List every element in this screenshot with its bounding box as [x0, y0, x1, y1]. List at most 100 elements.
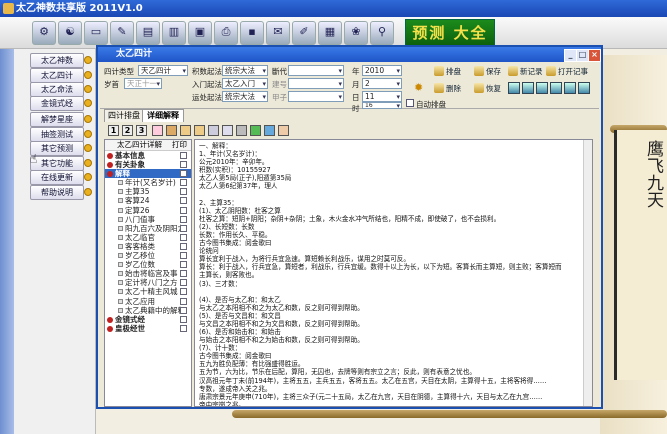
jianhao-select[interactable] [288, 78, 344, 89]
tree-item[interactable]: 解释 [105, 169, 191, 179]
tree-item[interactable]: 年计(又名岁计) [105, 178, 191, 187]
text-scrollbar[interactable] [583, 140, 592, 406]
edit-icon[interactable]: ✐ [292, 21, 316, 45]
year-input[interactable]: 2010 [362, 65, 402, 76]
yunchu-select[interactable]: 统宗大法 [222, 91, 268, 102]
sidebar-item-other-predict[interactable]: 其它预测 [30, 141, 92, 156]
print-checkbox[interactable] [180, 288, 187, 296]
sidebar-item-taiyi-siji[interactable]: 太乙四计 [30, 68, 92, 83]
month-input[interactable]: 2 [362, 78, 402, 89]
save-icon[interactable]: ▪ [240, 21, 264, 45]
sidebar-item-help[interactable]: 帮助说明 [30, 185, 92, 200]
web-icon[interactable] [264, 125, 275, 136]
tab-paipan[interactable]: 四计排盘 [104, 109, 144, 122]
brand-logo[interactable]: 预测 大全 [405, 19, 495, 48]
tree-item[interactable]: 始击将临宫及事 [105, 269, 191, 278]
chat-icon[interactable]: ✎ [110, 21, 134, 45]
delete-button[interactable]: 删除 [434, 83, 461, 94]
print-checkbox[interactable] [180, 315, 187, 323]
tree-item[interactable]: 太乙十精主风城 [105, 287, 191, 296]
tree-item[interactable]: 定算26 [105, 206, 191, 215]
open-notes-button[interactable]: 打开记事 [546, 66, 588, 77]
tree-item[interactable]: 八门值事 [105, 215, 191, 224]
view-2-button[interactable]: 2 [122, 125, 133, 136]
globe-icon[interactable] [250, 125, 261, 136]
image-icon[interactable]: ▣ [188, 21, 212, 45]
colorful-icon[interactable]: ❀ [344, 21, 368, 45]
gear-icon[interactable]: ✹ [414, 81, 423, 94]
jiazi-select[interactable] [288, 91, 344, 102]
sidebar-item-taiyi-shenshu[interactable]: 太乙神数 [30, 53, 92, 68]
duandai-select[interactable] [288, 65, 344, 76]
calendar-icon[interactable]: ▦ [318, 21, 342, 45]
print-checkbox[interactable] [180, 242, 187, 250]
tree-item[interactable]: 有关卦象 [105, 160, 191, 169]
book-icon[interactable]: ▥ [162, 21, 186, 45]
print-checkbox[interactable] [180, 270, 187, 278]
yin-yang-icon[interactable]: ☯ [58, 21, 82, 45]
grid-icon[interactable] [508, 82, 520, 94]
note-icon[interactable]: ✉ [266, 21, 290, 45]
document-icon[interactable]: ▤ [136, 21, 160, 45]
open-folder-icon[interactable] [194, 125, 205, 136]
red-icon[interactable] [152, 125, 163, 136]
close-button[interactable]: × [588, 49, 601, 62]
sidebar-item-jinjing[interactable]: 金镜式经 [30, 96, 92, 111]
print-checkbox[interactable] [180, 233, 187, 241]
print-checkbox[interactable] [180, 206, 187, 214]
book-icon[interactable] [166, 125, 177, 136]
print-checkbox[interactable] [180, 188, 187, 196]
restore-button[interactable]: 恢复 [474, 83, 501, 94]
tree-item[interactable]: 阳九百六及阴阳九 [105, 224, 191, 233]
grid-icon[interactable] [550, 82, 562, 94]
flag-icon[interactable] [278, 125, 289, 136]
tree-item[interactable]: 客客格类 [105, 242, 191, 251]
view-1-button[interactable]: 1 [108, 125, 119, 136]
suishou-select[interactable]: 天正十一 [124, 78, 162, 89]
monitor-icon[interactable]: ▭ [84, 21, 108, 45]
hour-input[interactable]: 16 [362, 102, 402, 109]
tree-item[interactable]: 太乙典籍中的解释 [105, 306, 191, 315]
print-checkbox[interactable] [180, 224, 187, 232]
printer-icon[interactable] [236, 125, 247, 136]
sidebar-item-lottery[interactable]: 抽签测试 [30, 127, 92, 142]
copy-icon[interactable] [222, 125, 233, 136]
grid-icon[interactable] [578, 82, 590, 94]
tree-item[interactable]: 基本信息 [105, 151, 191, 160]
print-checkbox[interactable] [180, 197, 187, 205]
settings-icon[interactable]: ⚙ [32, 21, 56, 45]
search-icon[interactable]: ⚲ [370, 21, 394, 45]
tree-item[interactable]: 岁乙移位 [105, 251, 191, 260]
tab-detail[interactable]: 详细解释 [142, 109, 184, 122]
print-checkbox[interactable] [180, 297, 187, 305]
print-checkbox[interactable] [180, 152, 187, 159]
print-checkbox[interactable] [180, 252, 187, 260]
tree-item[interactable]: 金镜式经 [105, 315, 191, 324]
paipan-button[interactable]: 排盘 [434, 66, 461, 77]
save-button[interactable]: 保存 [474, 66, 501, 77]
sidebar-item-dream[interactable]: 解梦星座 [30, 112, 92, 127]
print-checkbox[interactable] [180, 279, 187, 287]
new-record-button[interactable]: 新记录 [508, 66, 543, 77]
tree-item[interactable]: 皇极经世 [105, 324, 191, 333]
print-checkbox[interactable] [180, 324, 187, 332]
print-checkbox[interactable] [180, 306, 187, 314]
auto-checkbox[interactable] [406, 99, 414, 107]
rumen-select[interactable]: 太乙入门 [222, 78, 268, 89]
sidebar-item-update[interactable]: 在线更新 [30, 170, 92, 185]
grid-icon[interactable] [536, 82, 548, 94]
view-3-button[interactable]: 3 [136, 125, 147, 136]
print-checkbox[interactable] [180, 161, 187, 169]
print-icon[interactable]: ⎙ [214, 21, 238, 45]
print-checkbox[interactable] [180, 261, 187, 269]
jishu-select[interactable]: 统宗大法 [222, 65, 268, 76]
dialog-title-bar[interactable]: 太乙四计 _ □ × [98, 47, 601, 62]
type-select[interactable]: 天乙四计 [138, 65, 188, 76]
tree-item[interactable]: 太乙临官 [105, 233, 191, 242]
tree-item[interactable]: 岁乙位数 [105, 260, 191, 269]
sidebar-item-taiyi-mingfa[interactable]: 太乙命法 [30, 82, 92, 97]
disk-icon[interactable] [208, 125, 219, 136]
grid-icon[interactable] [564, 82, 576, 94]
folder-icon[interactable] [180, 125, 191, 136]
print-checkbox[interactable] [180, 170, 187, 178]
